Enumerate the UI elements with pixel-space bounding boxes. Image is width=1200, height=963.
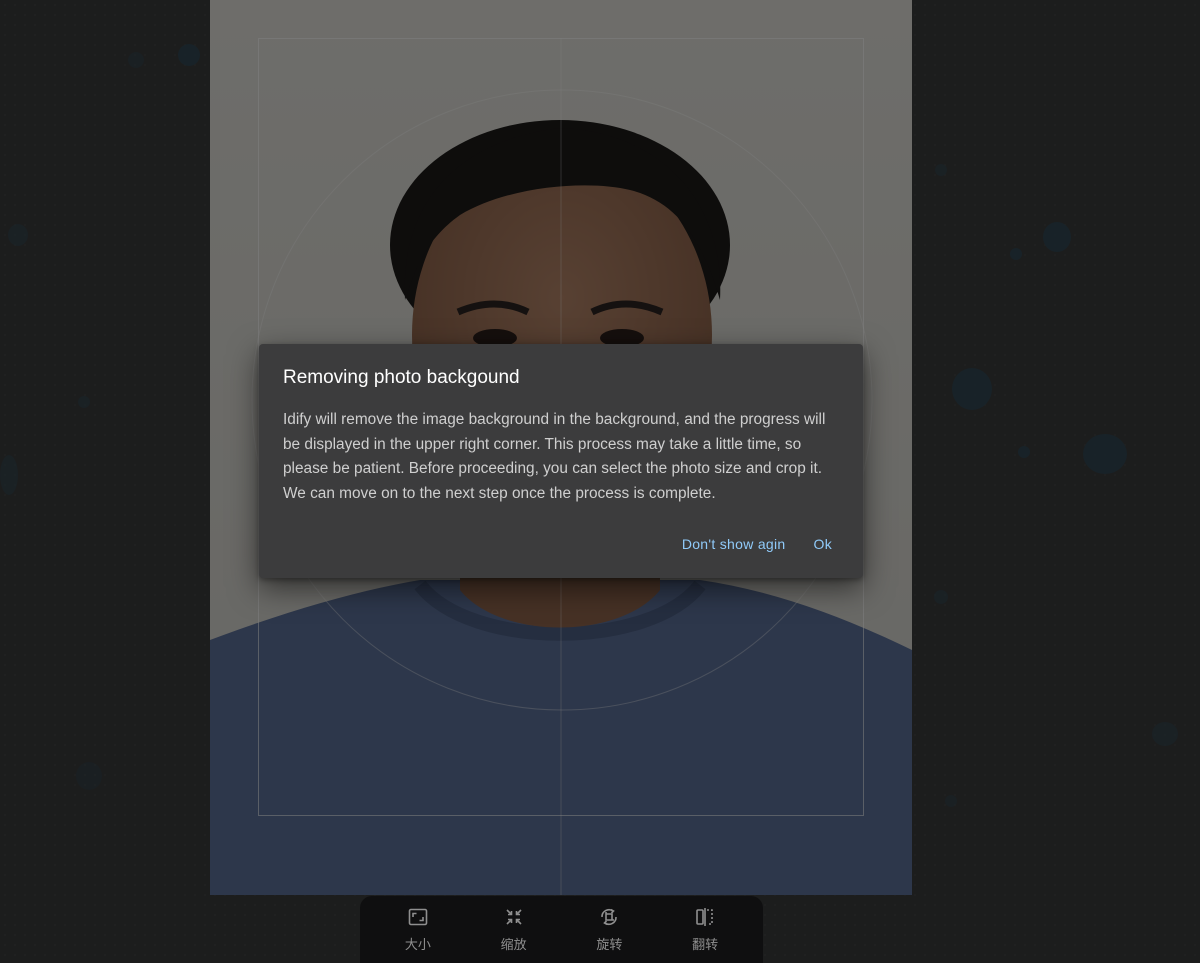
tool-size[interactable]: 大小 — [382, 906, 454, 953]
tool-rotate-label: 旋转 — [596, 938, 623, 953]
shrink-icon — [503, 906, 525, 928]
tool-zoom[interactable]: 缩放 — [478, 906, 550, 953]
crop-size-icon — [407, 906, 429, 928]
tool-size-label: 大小 — [404, 938, 431, 953]
dialog-title: Removing photo backgound — [283, 367, 520, 388]
dialog-actions: Don't show agin Ok — [671, 528, 843, 560]
remove-background-dialog: Removing photo backgound Idify will remo… — [259, 344, 863, 578]
dont-show-again-button[interactable]: Don't show agin — [671, 528, 797, 560]
edit-toolbar: 大小 缩放 旋转 翻转 — [360, 896, 763, 963]
dialog-message: Idify will remove the image background i… — [283, 411, 826, 502]
ok-button[interactable]: Ok — [803, 528, 844, 560]
tool-flip[interactable]: 翻转 — [669, 906, 741, 953]
rotate-icon — [598, 906, 620, 928]
flip-icon — [694, 906, 716, 928]
tool-zoom-label: 缩放 — [500, 938, 527, 953]
tool-flip-label: 翻转 — [692, 938, 719, 953]
tool-rotate[interactable]: 旋转 — [573, 906, 645, 953]
